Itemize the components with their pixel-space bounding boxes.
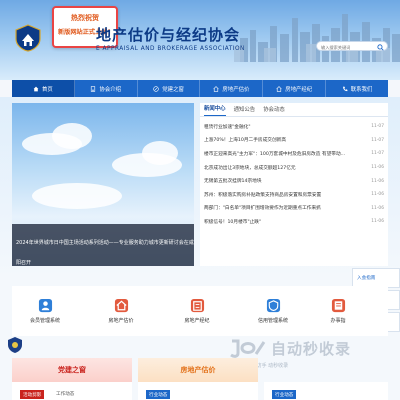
news-list: 租赁行业加速"金融化" 11-07 上涨70%！上海10月二手房成交创新高 11-0… bbox=[200, 117, 388, 229]
news-date: 11-06 bbox=[371, 165, 384, 171]
news-date: 11-06 bbox=[371, 178, 384, 184]
banner-caption-bar: 2024年世界城市日中国主场活动系列活动——专业服务助力城市更新研讨会在咸阳召开 bbox=[12, 224, 194, 266]
nav-item-home[interactable]: 首页 bbox=[12, 80, 75, 97]
party-window-card-header[interactable]: 党建之窗 bbox=[12, 358, 132, 382]
service-label: 房地产估价 bbox=[108, 318, 134, 324]
service-label: 房地产经纪 bbox=[184, 318, 210, 324]
appraisal-icon bbox=[114, 298, 128, 313]
watermark-text: 自动秒收录 bbox=[271, 339, 352, 358]
credit-system-icon bbox=[266, 298, 280, 313]
association-logo bbox=[15, 24, 41, 52]
service-label: 信用管理系统 bbox=[257, 318, 288, 324]
appraisal-card-header[interactable]: 房地产估价 bbox=[138, 358, 258, 382]
tag-industry-news[interactable]: 行业动态 bbox=[146, 390, 171, 399]
search-icon[interactable] bbox=[377, 43, 384, 51]
news-title: 北京成功出让3宗地块，总成交额超127亿元 bbox=[204, 165, 296, 171]
service-grid: 会员管理系统 房地产估价 房地产经纪 信用管理系统 办事指 bbox=[12, 286, 388, 336]
news-item[interactable]: 积极信号！10月楼市"止跌" 11-06 bbox=[204, 215, 384, 229]
nav-item-brokerage[interactable]: 房地产经纪 bbox=[263, 80, 327, 97]
building-icon bbox=[91, 85, 96, 92]
nav-item-party[interactable]: 党建之窗 bbox=[138, 80, 201, 97]
membership-guide-label: 入会指南 bbox=[357, 276, 376, 281]
nav-item-label: 党建之窗 bbox=[162, 86, 184, 93]
nav-item-appraisal[interactable]: 房地产估价 bbox=[200, 80, 264, 97]
nav-item-about[interactable]: 协会介绍 bbox=[75, 80, 138, 97]
service-label: 办事指 bbox=[330, 318, 346, 324]
member-system-icon bbox=[38, 298, 52, 313]
tab-news-center[interactable]: 新闻中心 bbox=[204, 104, 226, 116]
news-tabs: 新闻中心 通知公告 协会动态 bbox=[200, 103, 388, 117]
banner-caption[interactable]: 2024年世界城市日中国主场活动系列活动——专业服务助力城市更新研讨会在咸阳召开 bbox=[16, 233, 194, 266]
guide-icon bbox=[331, 298, 345, 313]
news-panel: 新闻中心 通知公告 协会动态 租赁行业加速"金融化" 11-07 上涨70%！上海… bbox=[200, 103, 388, 266]
phone-icon bbox=[342, 86, 348, 91]
news-title: 苏州：积极落实购房补贴政策支持商品房安置和房票安置 bbox=[204, 192, 322, 198]
nav-item-label: 房地产估价 bbox=[222, 86, 250, 93]
news-date: 11-06 bbox=[371, 192, 384, 198]
news-item[interactable]: 两部门："白名单"项目扩围增效要作为近期重点工作来抓 11-06 bbox=[204, 202, 384, 216]
house-icon bbox=[276, 85, 282, 92]
news-item[interactable]: 北京成功出让3宗地块，总成交额超127亿元 11-06 bbox=[204, 161, 384, 175]
site-header: 热烈祝贺 新版网站正式上线！ 地产估价与经纪协会 E APPRAISAL AND… bbox=[0, 0, 400, 80]
brokerage-icon bbox=[190, 298, 204, 313]
news-title: 上涨70%！上海10月二手房成交创新高 bbox=[204, 138, 287, 144]
tab-notices[interactable]: 通知公告 bbox=[234, 105, 256, 116]
nav-item-label: 协会介绍 bbox=[99, 86, 122, 93]
search-input[interactable] bbox=[321, 43, 375, 51]
nav-item-label: 首页 bbox=[42, 86, 53, 93]
news-item[interactable]: 上涨70%！上海10月二手房成交创新高 11-07 bbox=[204, 134, 384, 148]
house-icon bbox=[213, 85, 220, 92]
service-guide[interactable]: 办事指 bbox=[318, 286, 358, 336]
news-item[interactable]: 苏州：积极落实购房补贴政策支持商品房安置和房票安置 11-06 bbox=[204, 188, 384, 202]
news-title: 两部门："白名单"项目扩围增效要作为近期重点工作来抓 bbox=[204, 206, 321, 212]
home-icon bbox=[33, 86, 39, 91]
service-brokerage[interactable]: 房地产经纪 bbox=[166, 286, 228, 336]
service-appraisal[interactable]: 房地产估价 bbox=[90, 286, 152, 336]
party-icon bbox=[153, 85, 159, 92]
news-item[interactable]: 无锡第五批次挂牌14宗地块 11-06 bbox=[204, 174, 384, 188]
tab-association-news[interactable]: 协会动态 bbox=[263, 105, 285, 116]
news-title: 租赁行业加速"金融化" bbox=[204, 124, 251, 130]
nav-item-label: 联系我们 bbox=[350, 86, 373, 93]
service-member-system[interactable]: 会员管理系统 bbox=[14, 286, 76, 336]
watermark-logo-icon bbox=[230, 339, 266, 358]
service-label: 会员管理系统 bbox=[29, 318, 60, 324]
news-date: 11-07 bbox=[371, 151, 384, 157]
police-badge-icon[interactable] bbox=[6, 336, 24, 354]
appraisal-card-title: 房地产估价 bbox=[180, 366, 216, 374]
nav-item-label: 房地产经纪 bbox=[285, 86, 313, 93]
watermark: 自动秒收录 bbox=[228, 337, 351, 359]
site-title: 地产估价与经纪协会 bbox=[96, 26, 241, 44]
news-item[interactable]: 楼市正迎来高光"主力军"：100万套城中村及危旧房改造 有望带动... 11-07 bbox=[204, 147, 384, 161]
site-subtitle: E APPRAISAL AND BROKERAGE ASSOCIATION bbox=[96, 46, 245, 52]
news-title: 楼市正迎来高光"主力军"：100万套城中村及危旧房改造 有望带动... bbox=[204, 151, 346, 157]
news-date: 11-07 bbox=[371, 124, 384, 130]
news-date: 11-07 bbox=[371, 137, 384, 143]
news-title: 积极信号！10月楼市"止跌" bbox=[204, 219, 262, 225]
popup-heading: 热烈祝贺 bbox=[71, 14, 99, 22]
membership-guide-button[interactable]: 入会指南 bbox=[352, 268, 400, 288]
tag-activity-photos[interactable]: 活动剪影 bbox=[20, 390, 45, 399]
news-title: 无锡第五批次挂牌14宗地块 bbox=[204, 179, 262, 185]
news-date: 11-06 bbox=[371, 219, 384, 225]
tag-work-updates[interactable]: 工作动态 bbox=[56, 391, 74, 397]
service-credit-system[interactable]: 信用管理系统 bbox=[242, 286, 304, 336]
news-date: 11-06 bbox=[371, 205, 384, 211]
tag-industry-news-2[interactable]: 行业动态 bbox=[272, 390, 297, 399]
search-box bbox=[316, 41, 388, 51]
city-skyline-image bbox=[234, 14, 400, 62]
nav-item-contact[interactable]: 联系我们 bbox=[326, 80, 388, 97]
news-item[interactable]: 租赁行业加速"金融化" 11-07 bbox=[204, 120, 384, 134]
main-navigation: 首页 协会介绍 党建之窗 房地产估价 房地产经纪 联系我们 bbox=[12, 80, 388, 97]
party-window-title: 党建之窗 bbox=[58, 366, 86, 374]
banner-carousel[interactable]: 2024年世界城市日中国主场活动系列活动——专业服务助力城市更新研讨会在咸阳召开 bbox=[12, 103, 194, 266]
